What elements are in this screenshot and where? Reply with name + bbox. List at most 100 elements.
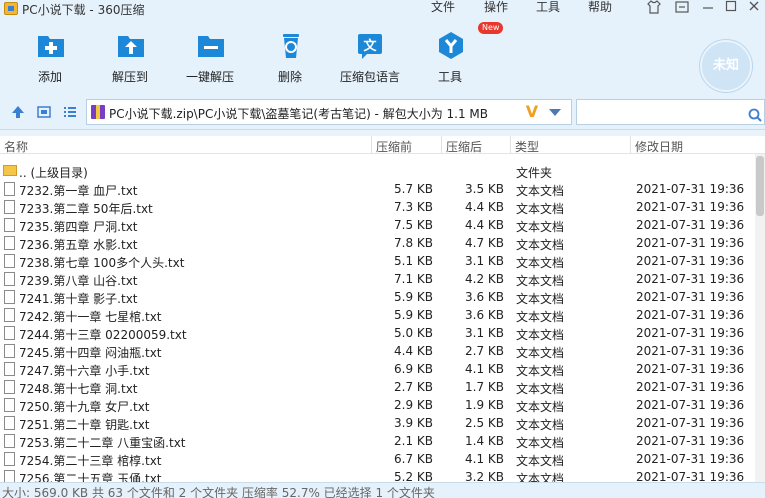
verified-v-icon[interactable]: V <box>523 103 541 121</box>
menu-file[interactable]: 文件 <box>431 0 455 18</box>
status-bar: 大小: 569.0 KB 共 63 个文件和 2 个文件夹 压缩率 52.7% … <box>0 482 765 498</box>
table-row[interactable]: 7256.第二十五章 玉俑.txt 5.2 KB 3.2 KB 文本文档 2021-07… <box>0 468 755 482</box>
column-compressed[interactable]: 压缩后 <box>446 138 482 155</box>
delete-button[interactable]: 删除 <box>252 30 328 88</box>
one-click-extract-button[interactable]: 一键解压 <box>172 30 248 88</box>
column-name[interactable]: 名称 <box>4 138 28 155</box>
column-divider[interactable] <box>630 136 631 154</box>
scrollbar-thumb[interactable] <box>756 156 764 216</box>
column-divider[interactable] <box>371 136 372 154</box>
column-modified[interactable]: 修改日期 <box>635 138 683 155</box>
zip-archive-icon <box>91 105 105 119</box>
table-row[interactable]: 7242.第十一章 七星棺.txt 5.9 KB 3.6 KB 文本文档 2021-07… <box>0 306 755 324</box>
file-modified-date: 2021-07-31 19:36 <box>636 362 745 376</box>
table-row[interactable]: 7250.第十九章 女尸.txt 2.9 KB 1.9 KB 文本文档 2021-07-… <box>0 396 755 414</box>
table-row[interactable]: 7244.第十三章 02200059.txt 5.0 KB 3.1 KB 文本文档 20… <box>0 324 755 342</box>
file-type: 文本文档 <box>516 184 565 198</box>
file-compressed-size: 3.6 KB <box>465 308 504 322</box>
file-compressed-size: 4.4 KB <box>465 200 504 214</box>
table-row[interactable]: 7247.第十六章 小手.txt 6.9 KB 4.1 KB 文本文档 2021-07-… <box>0 360 755 378</box>
file-name: 7245.第十四章 闷油瓶.txt <box>19 346 162 360</box>
path-dropdown-icon[interactable] <box>549 109 561 116</box>
table-row[interactable]: 7239.第八章 山谷.txt 7.1 KB 4.2 KB 文本文档 2021-07-3… <box>0 270 755 288</box>
file-name: 7241.第十章 影子.txt <box>19 292 138 306</box>
search-icon[interactable] <box>748 108 762 122</box>
list-view-icon[interactable] <box>62 104 78 120</box>
title-bar: PC小说下载 - 360压缩 文件 操作 工具 帮助 <box>0 0 765 18</box>
column-type[interactable]: 类型 <box>515 138 539 155</box>
text-file-icon <box>4 470 15 482</box>
text-file-icon <box>4 182 15 196</box>
table-row[interactable]: 7236.第五章 水影.txt 7.8 KB 4.7 KB 文本文档 2021-07-3… <box>0 234 755 252</box>
extract-to-button[interactable]: 解压到 <box>92 30 168 88</box>
column-header: 名称 压缩前 压缩后 类型 修改日期 <box>0 136 765 154</box>
file-modified-date: 2021-07-31 19:36 <box>636 398 745 412</box>
settings-menu-icon[interactable] <box>671 0 693 18</box>
maximize-button[interactable] <box>720 0 742 18</box>
tools-icon: New <box>436 22 504 60</box>
file-compressed-size: 2.5 KB <box>465 416 504 430</box>
file-modified-date: 2021-07-31 19:36 <box>636 236 745 250</box>
table-row[interactable]: 7253.第二十二章 八重宝函.txt 2.1 KB 1.4 KB 文本文档 2021-… <box>0 432 755 450</box>
column-divider[interactable] <box>441 136 442 154</box>
folder-icon <box>3 165 17 176</box>
file-modified-date: 2021-07-31 19:36 <box>636 290 745 304</box>
add-button[interactable]: 添加 <box>12 30 88 88</box>
text-file-icon <box>4 344 15 358</box>
tools-button[interactable]: New 工具 <box>412 22 504 88</box>
minimize-button[interactable] <box>697 0 719 18</box>
vertical-scrollbar[interactable] <box>755 154 765 482</box>
file-type: 文本文档 <box>516 364 565 378</box>
file-type: 文本文档 <box>516 292 565 306</box>
file-modified-date: 2021-07-31 19:36 <box>636 326 745 340</box>
file-compressed-size: 1.4 KB <box>465 434 504 448</box>
new-badge: New <box>478 22 504 34</box>
menu-operation[interactable]: 操作 <box>484 0 508 18</box>
menu-help[interactable]: 帮助 <box>588 0 612 18</box>
file-type: 文本文档 <box>516 436 565 450</box>
text-file-icon <box>4 434 15 448</box>
table-row[interactable]: 7233.第二章 50年后.txt 7.3 KB 4.4 KB 文本文档 2021-07… <box>0 198 755 216</box>
file-modified-date: 2021-07-31 19:36 <box>636 272 745 286</box>
file-compressed-size: 1.7 KB <box>465 380 504 394</box>
table-row[interactable]: 7235.第四章 尸洞.txt 7.5 KB 4.4 KB 文本文档 2021-07-3… <box>0 216 755 234</box>
column-size[interactable]: 压缩前 <box>376 138 412 155</box>
file-size: 5.1 KB <box>394 254 433 268</box>
file-modified-date: 2021-07-31 19:36 <box>636 470 745 482</box>
file-type: 文本文档 <box>516 346 565 360</box>
file-name: 7247.第十六章 小手.txt <box>19 364 150 378</box>
file-name: 7242.第十一章 七星棺.txt <box>19 310 162 324</box>
table-row[interactable]: 7238.第七章 100多个人头.txt 5.1 KB 3.1 KB 文本文档 2021… <box>0 252 755 270</box>
file-size: 2.1 KB <box>394 434 433 448</box>
status-text: 大小: 569.0 KB 共 63 个文件和 2 个文件夹 压缩率 52.7% … <box>2 486 435 498</box>
file-size: 5.9 KB <box>394 308 433 322</box>
file-size: 5.9 KB <box>394 290 433 304</box>
menu-tools[interactable]: 工具 <box>536 0 560 18</box>
archive-language-icon: 文 <box>356 30 386 60</box>
file-size: 3.9 KB <box>394 416 433 430</box>
close-button[interactable] <box>743 0 765 18</box>
table-row[interactable]: 7232.第一章 血尸.txt 5.7 KB 3.5 KB 文本文档 2021-07-3… <box>0 180 755 198</box>
file-type: 文本文档 <box>516 220 565 234</box>
path-field[interactable]: PC小说下载.zip\PC小说下载\盗墓笔记(考古笔记) - 解包大小为 1.1… <box>86 99 572 125</box>
table-row[interactable]: 7245.第十四章 闷油瓶.txt 4.4 KB 2.7 KB 文本文档 2021-07… <box>0 342 755 360</box>
file-compressed-size: 3.6 KB <box>465 290 504 304</box>
file-size: 4.4 KB <box>394 344 433 358</box>
file-modified-date: 2021-07-31 19:36 <box>636 200 745 214</box>
skin-icon[interactable] <box>643 0 665 18</box>
text-file-icon <box>4 380 15 394</box>
archive-language-button[interactable]: 文 压缩包语言 <box>332 30 408 88</box>
search-input[interactable] <box>576 99 765 125</box>
file-name: 7233.第二章 50年后.txt <box>19 202 153 216</box>
up-arrow-icon[interactable] <box>10 104 26 120</box>
file-name: 7239.第八章 山谷.txt <box>19 274 138 288</box>
column-divider[interactable] <box>510 136 511 154</box>
table-row[interactable]: 7251.第二十章 钥匙.txt 3.9 KB 2.5 KB 文本文档 2021-07-… <box>0 414 755 432</box>
file-size: 7.8 KB <box>394 236 433 250</box>
table-row[interactable]: 7248.第十七章 洞.txt 2.7 KB 1.7 KB 文本文档 2021-07-3… <box>0 378 755 396</box>
table-row[interactable]: .. (上级目录) 文件夹 <box>0 162 755 180</box>
unknown-status-badge[interactable]: 未知 <box>700 40 752 92</box>
table-row[interactable]: 7241.第十章 影子.txt 5.9 KB 3.6 KB 文本文档 2021-07-3… <box>0 288 755 306</box>
table-row[interactable]: 7254.第二十三章 棺椁.txt 6.7 KB 4.1 KB 文本文档 2021-07… <box>0 450 755 468</box>
thumbnail-view-icon[interactable] <box>36 104 52 120</box>
